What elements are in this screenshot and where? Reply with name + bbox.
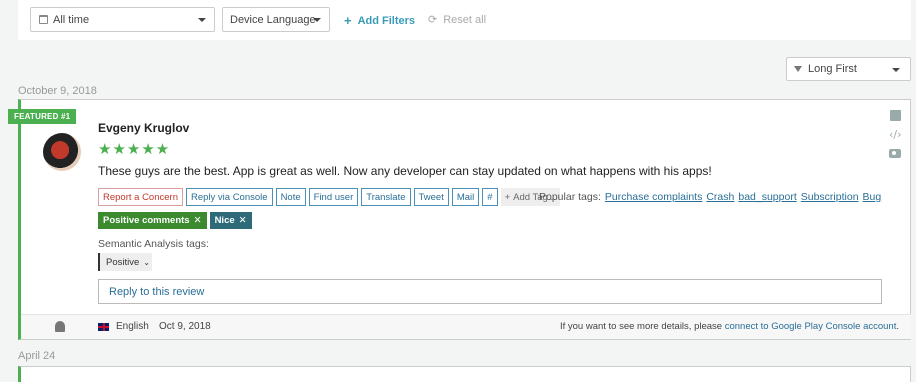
console-note-end: . (896, 321, 899, 332)
report-concern-button[interactable]: Report a Concern (98, 188, 183, 206)
date-group-label: October 9, 2018 (18, 85, 97, 97)
avatar (43, 133, 81, 171)
add-filters-label: Add Filters (357, 14, 416, 27)
uk-flag-icon (98, 323, 109, 331)
translate-button[interactable]: Translate (361, 188, 411, 206)
calendar-icon (39, 15, 48, 24)
tag-chip-label: Nice (214, 215, 235, 226)
review-card (18, 366, 911, 382)
caret-down-icon (892, 68, 900, 72)
review-author: Evgeny Kruglov (98, 121, 190, 135)
review-footer: English Oct 9, 2018 If you want to see m… (21, 314, 911, 339)
android-icon (55, 321, 65, 332)
review-side-tools: ‹/› (889, 110, 902, 158)
popular-tag[interactable]: bad_support (738, 191, 796, 203)
code-icon[interactable]: ‹/› (889, 129, 902, 141)
reply-via-console-button[interactable]: Reply via Console (185, 188, 273, 206)
popular-tag[interactable]: Bug (863, 191, 882, 203)
caret-down-icon (313, 18, 321, 22)
semantic-analysis-label: Semantic Analysis tags: (98, 238, 209, 250)
tag-chip-label: Positive comments (103, 215, 190, 226)
console-note-text: If you want to see more details, please (559, 321, 725, 332)
device-language-value: Device Language (230, 13, 316, 26)
connect-console-link[interactable]: connect to Google Play Console account (725, 321, 897, 332)
add-filters-button[interactable]: + Add Filters (344, 13, 415, 28)
time-range-value: All time (53, 13, 90, 26)
star-rating: ★★★★★ (98, 141, 171, 158)
review-actions: Report a Concern Reply via Console Note … (98, 188, 560, 206)
funnel-icon (794, 66, 802, 72)
review-language: English (116, 321, 149, 332)
reset-all-label: Reset all (443, 13, 487, 26)
remove-tag-icon[interactable]: ✕ (239, 215, 247, 226)
plus-icon: + (344, 13, 352, 28)
plus-icon: + (504, 191, 511, 203)
hashtag-button[interactable]: # (482, 188, 498, 206)
reply-input[interactable]: Reply to this review (98, 279, 882, 304)
filter-bar: All time Device Language + Add Filters ⟳… (18, 0, 911, 40)
date-group-label: April 24 (18, 350, 56, 362)
remove-tag-icon[interactable]: ✕ (194, 215, 202, 226)
review-text: These guys are the best. App is great as… (98, 164, 712, 178)
tag-chip: Positive comments ✕ (98, 212, 207, 229)
tag-chip: Nice ✕ (209, 212, 252, 229)
review-card: Evgeny Kruglov ★★★★★ These guys are the … (18, 99, 911, 340)
popular-tag[interactable]: Subscription (801, 191, 859, 203)
popular-tag[interactable]: Purchase complaints (605, 191, 702, 203)
camera-icon[interactable] (889, 149, 901, 158)
reset-all-button[interactable]: ⟳ Reset all (428, 13, 486, 26)
featured-badge: FEATURED #1 (8, 109, 77, 124)
open-external-icon[interactable] (889, 110, 901, 121)
popular-tags: Popular tags: Purchase complaints Crash … (539, 191, 881, 203)
sort-select[interactable]: Long First (786, 57, 911, 81)
popular-tag[interactable]: Crash (706, 191, 734, 203)
device-language-select[interactable]: Device Language (222, 7, 330, 32)
time-range-select[interactable]: All time (30, 7, 215, 32)
mail-button[interactable]: Mail (451, 188, 480, 206)
find-user-button[interactable]: Find user (308, 188, 359, 206)
applied-tags: Positive comments ✕ Nice ✕ (98, 212, 252, 229)
caret-down-icon (198, 18, 206, 22)
chevron-down-icon: ⌄ (143, 257, 150, 267)
console-note: If you want to see more details, please … (560, 321, 899, 332)
sort-value: Long First (808, 63, 857, 75)
semantic-tag-select[interactable]: Positive ⌄ (98, 253, 152, 271)
note-button[interactable]: Note (275, 188, 306, 206)
tweet-button[interactable]: Tweet (413, 188, 449, 206)
semantic-tag-value: Positive (106, 256, 140, 268)
review-date: Oct 9, 2018 (159, 321, 211, 332)
reset-icon: ⟳ (428, 13, 438, 26)
popular-tags-label: Popular tags: (539, 191, 601, 203)
